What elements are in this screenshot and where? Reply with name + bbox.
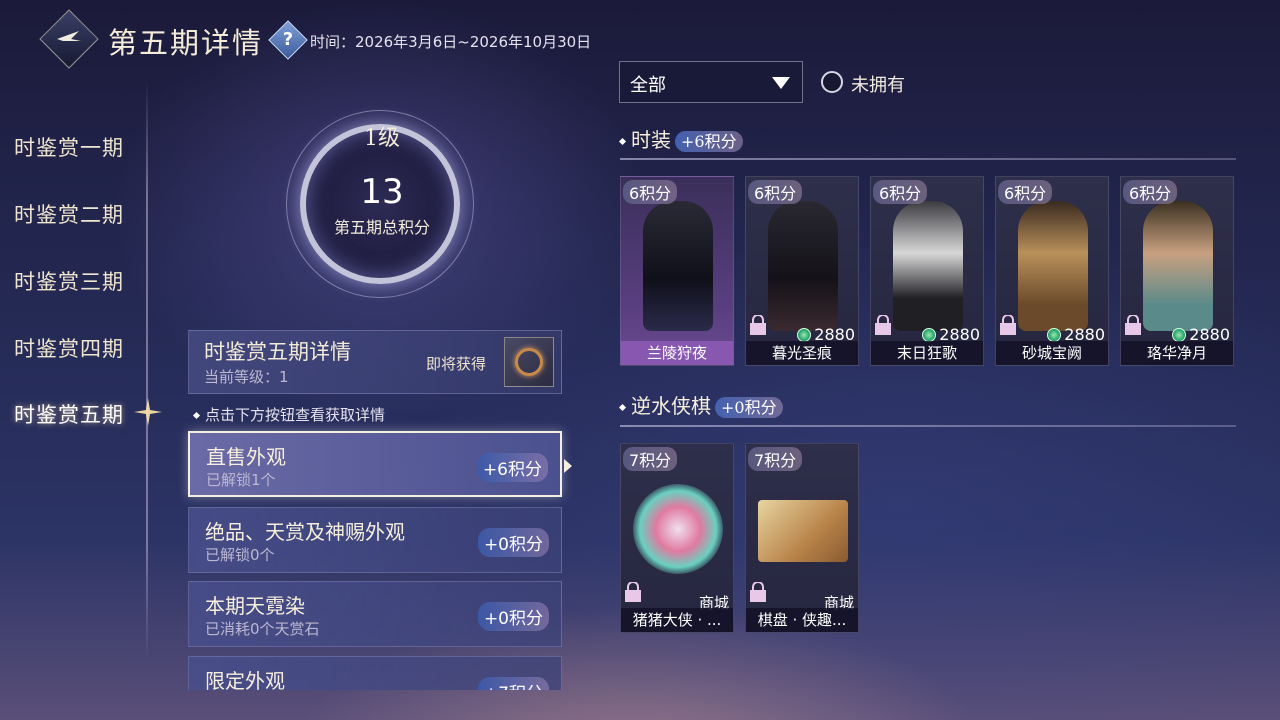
item-name: 棋盘 · 侠趣... <box>746 608 858 632</box>
item-card[interactable]: 7积分 商城 棋盘 · 侠趣... <box>745 443 859 633</box>
character-figure <box>1143 201 1213 331</box>
jade-coin-icon <box>922 328 937 342</box>
category-sub: 已消耗0个天赏石 <box>205 620 320 638</box>
category-name: 本期天霓染 <box>205 594 305 618</box>
category-points-badge: +7积分 <box>477 677 549 690</box>
item-points-badge: 7积分 <box>623 447 678 471</box>
category-limited[interactable]: 限定外观 +7积分 <box>188 656 562 690</box>
section-title-fashion: 时装 +6积分 <box>618 124 743 153</box>
lock-icon <box>1000 315 1016 335</box>
section-divider <box>620 158 1236 160</box>
active-star-icon <box>134 398 162 426</box>
item-points-badge: 7积分 <box>748 447 803 471</box>
nav-item-period-1[interactable]: 时鉴赏一期 <box>14 132 124 162</box>
category-name: 直售外观 <box>206 445 286 469</box>
category-name: 限定外观 <box>205 669 285 690</box>
item-name: 猪猪大侠 · ... <box>621 608 733 632</box>
item-card[interactable]: 6积分 兰陵狩夜 <box>620 176 734 366</box>
category-sub: 已解锁1个 <box>206 471 276 489</box>
unowned-label[interactable]: 未拥有 <box>851 71 905 97</box>
item-card[interactable]: 7积分 商城 猪猪大侠 · ... <box>620 443 734 633</box>
item-points-badge: 6积分 <box>1123 180 1178 204</box>
detail-title: 时鉴赏五期详情 <box>204 340 351 364</box>
event-time-label: 时间：2026年3月6日~2026年10月30日 <box>310 33 592 51</box>
category-sub: 已解锁0个 <box>205 546 275 564</box>
nav-item-period-3[interactable]: 时鉴赏三期 <box>14 266 124 296</box>
section-points-badge: +0积分 <box>715 397 783 418</box>
item-name: 砂城宝阙 <box>996 341 1108 365</box>
jade-coin-icon <box>1047 328 1062 342</box>
item-card[interactable]: 6积分 2880 暮光圣痕 <box>745 176 859 366</box>
item-card[interactable]: 6积分 2880 砂城宝阙 <box>995 176 1109 366</box>
character-figure <box>768 201 838 331</box>
lock-icon <box>750 315 766 335</box>
item-points-badge: 6积分 <box>748 180 803 204</box>
category-points-badge: +0积分 <box>477 528 549 557</box>
character-figure <box>1018 201 1088 331</box>
back-arrow-icon <box>57 31 81 41</box>
chevron-down-icon <box>772 77 790 89</box>
item-points-badge: 6积分 <box>998 180 1053 204</box>
section-points-badge: +6积分 <box>675 131 743 152</box>
item-card[interactable]: 6积分 2880 珞华净月 <box>1120 176 1234 366</box>
upcoming-reward-icon[interactable] <box>504 337 554 387</box>
lock-icon <box>875 315 891 335</box>
item-points-badge: 6积分 <box>873 180 928 204</box>
selected-arrow-icon <box>564 459 572 473</box>
item-name: 珞华净月 <box>1121 341 1233 365</box>
item-image <box>758 500 848 562</box>
item-points-badge: 6积分 <box>623 180 678 204</box>
category-name: 绝品、天赏及神赐外观 <box>205 520 405 544</box>
item-name: 暮光圣痕 <box>746 341 858 365</box>
nav-item-period-2[interactable]: 时鉴赏二期 <box>14 199 124 229</box>
category-premium[interactable]: 绝品、天赏及神赐外观 已解锁0个 +0积分 <box>188 507 562 573</box>
item-name: 兰陵狩夜 <box>621 341 733 365</box>
lock-icon <box>1125 315 1141 335</box>
lock-icon <box>625 582 641 602</box>
total-score-label: 第五期总积分 <box>333 218 430 237</box>
level-text: 1级 <box>364 126 400 151</box>
side-divider <box>146 80 148 660</box>
current-level-text: 当前等级：1 <box>204 368 289 386</box>
character-figure <box>893 201 963 331</box>
category-points-badge: +0积分 <box>477 602 549 631</box>
jade-coin-icon <box>1172 328 1187 342</box>
filter-dropdown[interactable]: 全部 <box>619 61 803 103</box>
lock-icon <box>750 582 766 602</box>
category-points-badge: +6积分 <box>476 453 548 482</box>
jade-coin-icon <box>797 328 812 342</box>
total-score-value: 13 <box>360 172 404 212</box>
help-icon[interactable]: ? <box>268 20 308 60</box>
category-direct-sale[interactable]: 直售外观 已解锁1个 +6积分 <box>188 431 562 497</box>
section-title-chess: 逆水侠棋 +0积分 <box>618 390 783 419</box>
page-title: 第五期详情 <box>108 26 264 60</box>
section-divider <box>620 425 1236 427</box>
item-card[interactable]: 6积分 2880 末日狂歌 <box>870 176 984 366</box>
nav-item-period-4[interactable]: 时鉴赏四期 <box>14 333 124 363</box>
item-name: 末日狂歌 <box>871 341 983 365</box>
back-button[interactable] <box>39 9 99 69</box>
character-figure <box>643 201 713 331</box>
upcoming-reward-label: 即将获得 <box>426 355 487 373</box>
nav-item-period-5[interactable]: 时鉴赏五期 <box>14 399 124 429</box>
hint-text: 点击下方按钮查看获取详情 <box>192 404 385 425</box>
category-limited-clip: 限定外观 +7积分 <box>188 656 562 690</box>
item-image <box>633 484 723 574</box>
category-dye[interactable]: 本期天霓染 已消耗0个天赏石 +0积分 <box>188 581 562 647</box>
unowned-radio[interactable] <box>821 71 843 93</box>
